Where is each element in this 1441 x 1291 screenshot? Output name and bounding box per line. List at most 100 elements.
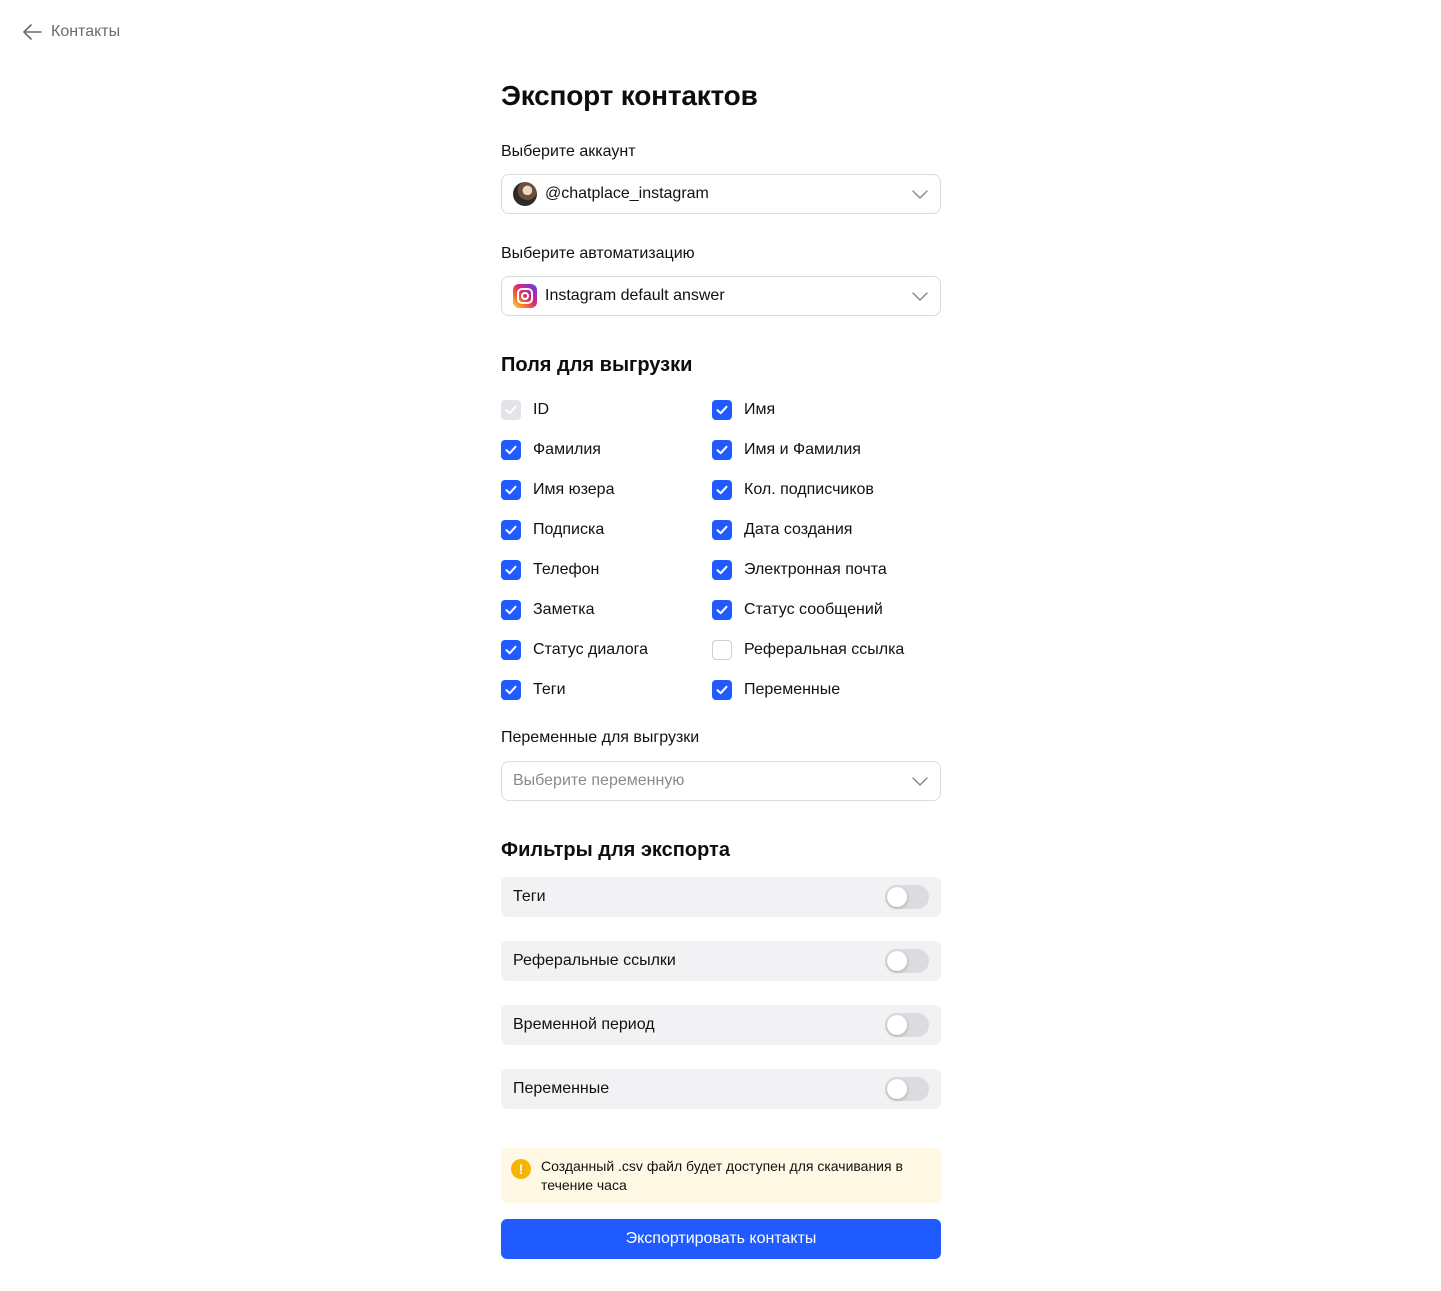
checkbox[interactable] <box>712 640 732 660</box>
checkmark-icon <box>716 685 728 695</box>
field-checkbox-row[interactable]: Подписка <box>501 520 604 540</box>
checkbox[interactable] <box>501 680 521 700</box>
checkmark-icon <box>716 445 728 455</box>
field-checkbox-row[interactable]: Телефон <box>501 560 599 580</box>
checkbox-label: Реферальная ссылка <box>744 641 905 658</box>
toggle-knob <box>887 887 907 907</box>
warning-icon: ! <box>511 1159 531 1179</box>
checkmark-icon <box>716 405 728 415</box>
toggle-knob <box>887 1079 907 1099</box>
filter-referral-links: Реферальные ссылки <box>501 941 941 981</box>
field-checkbox-row: ID <box>501 400 549 420</box>
checkbox-label: Электронная почта <box>744 561 887 578</box>
checkmark-icon <box>716 485 728 495</box>
checkmark-icon <box>505 405 517 415</box>
fields-section-title: Поля для выгрузки <box>501 354 693 376</box>
checkbox[interactable] <box>712 440 732 460</box>
checkbox-label: ID <box>533 401 549 418</box>
checkbox <box>501 400 521 420</box>
account-select[interactable]: @chatplace_instagram <box>501 174 941 214</box>
automation-select-value: Instagram default answer <box>545 287 725 304</box>
variables-label: Переменные для выгрузки <box>501 729 700 746</box>
chevron-down-icon <box>911 185 929 203</box>
checkbox[interactable] <box>501 640 521 660</box>
field-checkbox-row[interactable]: Переменные <box>712 680 840 700</box>
field-checkbox-row[interactable]: Статус диалога <box>501 640 648 660</box>
chevron-down-icon <box>911 772 929 790</box>
automation-select[interactable]: Instagram default answer <box>501 276 941 316</box>
checkbox[interactable] <box>712 600 732 620</box>
notice-text: Созданный .csv файл будет доступен для с… <box>541 1158 903 1193</box>
checkbox[interactable] <box>501 440 521 460</box>
checkmark-icon <box>505 445 517 455</box>
checkbox[interactable] <box>712 680 732 700</box>
page-title: Экспорт контактов <box>501 80 758 111</box>
arrow-left-icon <box>23 24 42 40</box>
field-checkbox-row[interactable]: Имя <box>712 400 775 420</box>
filter-referral-links-toggle[interactable] <box>885 949 929 973</box>
field-checkbox-row[interactable]: Имя и Фамилия <box>712 440 861 460</box>
filters-section-title: Фильтры для экспорта <box>501 839 730 861</box>
checkbox[interactable] <box>712 560 732 580</box>
checkbox-label: Имя юзера <box>533 481 615 498</box>
field-checkbox-row[interactable]: Статус сообщений <box>712 600 883 620</box>
checkmark-icon <box>505 485 517 495</box>
back-link[interactable]: Контакты <box>23 21 120 43</box>
filter-time-period-toggle[interactable] <box>885 1013 929 1037</box>
avatar <box>513 182 537 206</box>
checkbox[interactable] <box>501 480 521 500</box>
checkbox-label: Статус сообщений <box>744 601 883 618</box>
variable-select-placeholder: Выберите переменную <box>513 772 685 789</box>
checkbox[interactable] <box>712 480 732 500</box>
toggle-knob <box>887 951 907 971</box>
checkbox[interactable] <box>501 600 521 620</box>
checkbox[interactable] <box>712 400 732 420</box>
field-checkbox-row[interactable]: Кол. подписчиков <box>712 480 874 500</box>
back-link-label: Контакты <box>51 23 121 40</box>
field-checkbox-row[interactable]: Фамилия <box>501 440 601 460</box>
field-checkbox-row[interactable]: Теги <box>501 680 566 700</box>
filter-variables-toggle[interactable] <box>885 1077 929 1101</box>
checkbox[interactable] <box>712 520 732 540</box>
filter-label: Временной период <box>513 1016 655 1033</box>
checkmark-icon <box>716 525 728 535</box>
field-checkbox-row[interactable]: Заметка <box>501 600 595 620</box>
filter-label: Реферальные ссылки <box>513 952 676 969</box>
csv-notice: ! Созданный .csv файл будет доступен для… <box>501 1148 941 1203</box>
checkbox-label: Статус диалога <box>533 641 648 658</box>
instagram-icon <box>513 284 537 308</box>
checkmark-icon <box>505 525 517 535</box>
checkbox[interactable] <box>501 560 521 580</box>
toggle-knob <box>887 1015 907 1035</box>
checkbox-label: Переменные <box>744 681 841 698</box>
filter-time-period: Временной период <box>501 1005 941 1045</box>
checkbox-label: Подписка <box>533 521 605 538</box>
filter-tags-toggle[interactable] <box>885 885 929 909</box>
field-checkbox-row[interactable]: Электронная почта <box>712 560 887 580</box>
checkbox-label: Кол. подписчиков <box>744 481 874 498</box>
filter-label: Теги <box>513 888 546 905</box>
variable-select[interactable]: Выберите переменную <box>501 761 941 801</box>
account-label: Выберите аккаунт <box>501 143 636 160</box>
checkbox-label: Заметка <box>533 601 595 618</box>
checkbox-label: Имя <box>744 401 776 418</box>
filter-label: Переменные <box>513 1080 610 1097</box>
checkmark-icon <box>505 605 517 615</box>
field-checkbox-row[interactable]: Дата создания <box>712 520 852 540</box>
checkmark-icon <box>505 645 517 655</box>
checkbox-label: Теги <box>533 681 566 698</box>
checkbox-label: Дата создания <box>744 521 853 538</box>
chevron-down-icon <box>911 287 929 305</box>
field-checkbox-row[interactable]: Реферальная ссылка <box>712 640 904 660</box>
checkmark-icon <box>505 565 517 575</box>
account-select-value: @chatplace_instagram <box>545 185 709 202</box>
automation-label: Выберите автоматизацию <box>501 245 695 262</box>
field-checkbox-row[interactable]: Имя юзера <box>501 480 614 500</box>
checkbox-label: Фамилия <box>533 441 601 458</box>
filter-variables: Переменные <box>501 1069 941 1109</box>
checkmark-icon <box>716 605 728 615</box>
checkbox[interactable] <box>501 520 521 540</box>
export-contacts-button[interactable]: Экспортировать контакты <box>501 1219 941 1259</box>
checkmark-icon <box>505 685 517 695</box>
filter-tags: Теги <box>501 877 941 917</box>
